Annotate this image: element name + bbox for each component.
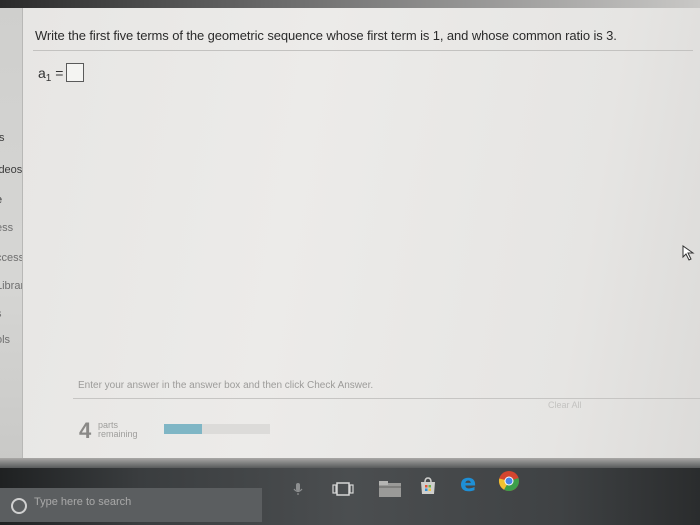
sidebar-item-access[interactable]: ccess	[0, 252, 22, 264]
cortana-icon[interactable]	[11, 498, 27, 514]
answer-label-base: a	[38, 65, 46, 81]
clear-all-link[interactable]: Clear All	[548, 400, 582, 410]
screen-bezel	[0, 0, 700, 8]
task-view-icon[interactable]	[332, 482, 354, 496]
taskbar-search-box[interactable]: Type here to search	[0, 488, 262, 522]
answer-label-equals: =	[55, 65, 64, 81]
sidebar-item-e[interactable]: e	[0, 194, 2, 206]
question-text: Write the first five terms of the geomet…	[35, 28, 617, 43]
sidebar: ts ideos e ess ccess Library s ols	[0, 8, 23, 458]
microphone-icon[interactable]	[292, 482, 304, 496]
parts-remaining-label: parts remaining	[98, 421, 138, 439]
taskbar: Type here to search e	[0, 468, 700, 525]
store-icon[interactable]	[418, 476, 438, 496]
footer-divider	[73, 398, 700, 399]
mouse-cursor-icon	[682, 245, 695, 261]
instruction-text: Enter your answer in the answer box and …	[78, 380, 374, 391]
sidebar-item-videos[interactable]: ideos	[0, 164, 22, 176]
question-divider	[33, 50, 693, 51]
sidebar-item-tools[interactable]: ts	[0, 132, 5, 144]
file-explorer-icon[interactable]	[378, 480, 402, 498]
sidebar-item-tools-2[interactable]: ols	[0, 334, 10, 346]
parts-progress-track	[202, 424, 270, 434]
sidebar-item-ess[interactable]: ess	[0, 222, 13, 234]
edge-icon[interactable]: e	[458, 470, 482, 494]
sidebar-item-library[interactable]: Library	[0, 280, 22, 292]
answer-label-subscript: 1	[45, 73, 52, 84]
sidebar-item-s[interactable]: s	[0, 308, 2, 320]
parts-remaining-count: 4	[79, 418, 92, 443]
svg-text:e: e	[460, 470, 476, 494]
parts-label-line-2: remaining	[98, 429, 138, 439]
answer-label: a1 =	[38, 65, 64, 84]
parts-progress-fill	[164, 424, 202, 434]
chrome-icon[interactable]	[498, 470, 520, 492]
screen: ts ideos e ess ccess Library s ols Write…	[0, 0, 700, 525]
screen-bottom-edge	[0, 458, 700, 468]
question-panel: Write the first five terms of the geomet…	[23, 8, 700, 458]
taskbar-search-placeholder: Type here to search	[34, 496, 132, 508]
answer-input-box[interactable]	[66, 63, 85, 82]
answer-row: a1 =	[38, 63, 85, 84]
